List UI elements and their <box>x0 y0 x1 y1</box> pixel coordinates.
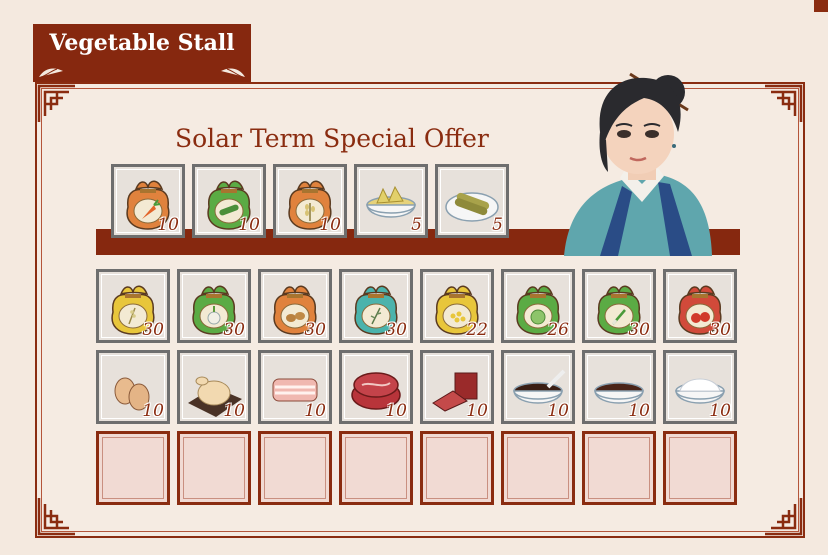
item-count: 10 <box>709 401 731 421</box>
item-count: 10 <box>628 401 650 421</box>
item-count: 30 <box>385 320 407 340</box>
item-slot[interactable]: 10 <box>420 350 494 424</box>
item-slot[interactable]: 10 <box>192 164 266 238</box>
item-count: 30 <box>628 320 650 340</box>
item-count: 10 <box>466 401 488 421</box>
item-slot[interactable]: 26 <box>501 269 575 343</box>
item-slot[interactable]: 10 <box>663 350 737 424</box>
stall-title: Vegetable Stall <box>49 30 235 56</box>
item-count: 10 <box>157 215 179 235</box>
slot-inner-border <box>183 437 245 499</box>
item-count: 30 <box>304 320 326 340</box>
item-count: 30 <box>709 320 731 340</box>
slot-inner-border <box>588 437 650 499</box>
empty-slot[interactable] <box>258 431 332 505</box>
empty-slot[interactable] <box>96 431 170 505</box>
item-count: 30 <box>223 320 245 340</box>
item-count: 5 <box>411 215 422 235</box>
item-count: 30 <box>142 320 164 340</box>
empty-slot[interactable] <box>582 431 656 505</box>
item-count: 10 <box>223 401 245 421</box>
title-banner: Vegetable Stall <box>33 24 251 82</box>
slot-inner-border <box>345 437 407 499</box>
item-slot[interactable]: 30 <box>663 269 737 343</box>
empty-slot[interactable] <box>420 431 494 505</box>
fret-corner-icon <box>765 84 803 122</box>
item-slot[interactable]: 30 <box>96 269 170 343</box>
item-count: 10 <box>142 401 164 421</box>
slot-inner-border <box>426 437 488 499</box>
item-slot[interactable]: 30 <box>339 269 413 343</box>
item-count: 10 <box>304 401 326 421</box>
slot-inner-border <box>669 437 731 499</box>
item-count: 5 <box>492 215 503 235</box>
fret-corner-icon <box>765 498 803 536</box>
item-count: 10 <box>385 401 407 421</box>
item-slot[interactable]: 30 <box>177 269 251 343</box>
item-slot[interactable]: 10 <box>582 350 656 424</box>
leaf-ornament-icon <box>39 68 63 78</box>
slot-inner-border <box>507 437 569 499</box>
slot-inner-border <box>102 437 164 499</box>
item-slot[interactable]: 10 <box>111 164 185 238</box>
item-slot[interactable]: 10 <box>258 350 332 424</box>
item-slot[interactable]: 22 <box>420 269 494 343</box>
item-count: 10 <box>319 215 341 235</box>
item-count: 26 <box>547 320 569 340</box>
slot-inner-border <box>264 437 326 499</box>
item-slot[interactable]: 10 <box>177 350 251 424</box>
item-count: 10 <box>238 215 260 235</box>
leaf-ornament-icon <box>221 68 245 78</box>
corner-tab <box>814 0 828 12</box>
item-count: 22 <box>466 320 488 340</box>
item-slot[interactable]: 10 <box>339 350 413 424</box>
item-slot[interactable]: 10 <box>501 350 575 424</box>
empty-slot[interactable] <box>663 431 737 505</box>
empty-slot[interactable] <box>177 431 251 505</box>
offer-title: Solar Term Special Offer <box>175 124 489 153</box>
item-slot[interactable]: 5 <box>435 164 509 238</box>
item-slot[interactable]: 30 <box>582 269 656 343</box>
empty-slot[interactable] <box>339 431 413 505</box>
item-count: 10 <box>547 401 569 421</box>
item-slot[interactable]: 10 <box>96 350 170 424</box>
empty-slot[interactable] <box>501 431 575 505</box>
item-slot[interactable]: 10 <box>273 164 347 238</box>
vendor-portrait <box>564 72 712 256</box>
fret-corner-icon <box>37 84 75 122</box>
item-slot[interactable]: 30 <box>258 269 332 343</box>
item-slot[interactable]: 5 <box>354 164 428 238</box>
fret-corner-icon <box>37 498 75 536</box>
